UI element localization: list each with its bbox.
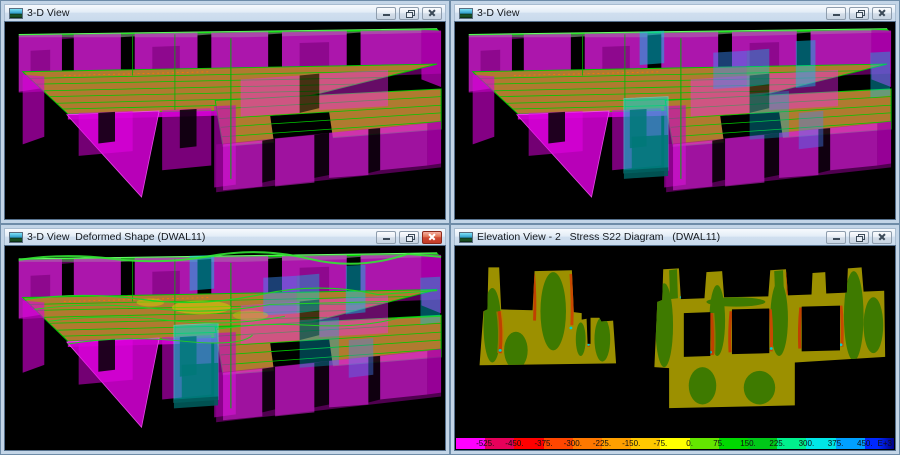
window-title: Elevation View - 2 Stress S22 Diagram (D… bbox=[477, 231, 826, 243]
legend-color-segment bbox=[719, 438, 748, 449]
legend-color-segment bbox=[456, 438, 485, 449]
legend-color-segment bbox=[544, 438, 573, 449]
legend-bar bbox=[456, 438, 894, 449]
window-3d-view-1: 3-D View bbox=[0, 0, 450, 224]
minimize-button[interactable] bbox=[376, 231, 396, 244]
close-icon bbox=[428, 9, 436, 17]
legend-color-segment bbox=[836, 438, 865, 449]
legend-color-segment bbox=[573, 438, 602, 449]
legend-color-segment bbox=[777, 438, 806, 449]
minimize-button[interactable] bbox=[826, 7, 846, 20]
titlebar[interactable]: Elevation View - 2 Stress S22 Diagram (D… bbox=[454, 228, 896, 245]
window-title: 3-D View bbox=[477, 7, 826, 19]
restore-button[interactable] bbox=[849, 7, 869, 20]
titlebar[interactable]: 3-D View bbox=[4, 4, 446, 21]
legend-color-segment bbox=[660, 438, 689, 449]
restore-icon bbox=[406, 10, 413, 16]
legend-color-segment bbox=[690, 438, 719, 449]
3d-model-drawing-selected-walls bbox=[455, 22, 895, 219]
view-window-icon[interactable] bbox=[9, 8, 23, 19]
titlebar[interactable]: 3-D View Deformed Shape (DWAL11) bbox=[4, 228, 446, 245]
3d-view-viewport[interactable] bbox=[454, 21, 896, 220]
restore-button[interactable] bbox=[399, 7, 419, 20]
minimize-icon bbox=[833, 14, 840, 16]
window-title: 3-D View Deformed Shape (DWAL11) bbox=[27, 231, 376, 243]
3d-view-viewport[interactable] bbox=[4, 21, 446, 220]
restore-icon bbox=[856, 10, 863, 16]
legend-color-segment bbox=[748, 438, 777, 449]
close-button[interactable] bbox=[872, 231, 892, 244]
legend-color-segment bbox=[631, 438, 660, 449]
window-3d-deformed-shape: 3-D View Deformed Shape (DWAL11) bbox=[0, 224, 450, 455]
app-workspace: 3-D View 3-D View bbox=[0, 0, 900, 455]
view-window-icon[interactable] bbox=[459, 232, 473, 243]
deformed-shape-viewport[interactable] bbox=[4, 245, 446, 451]
minimize-button[interactable] bbox=[826, 231, 846, 244]
legend-color-segment bbox=[806, 438, 835, 449]
minimize-icon bbox=[383, 238, 390, 240]
legend-color-segment bbox=[602, 438, 631, 449]
window-3d-view-2: 3-D View bbox=[450, 0, 900, 224]
window-title: 3-D View bbox=[27, 7, 376, 19]
minimize-icon bbox=[833, 238, 840, 240]
deformed-model-drawing bbox=[5, 246, 445, 450]
restore-icon bbox=[856, 234, 863, 240]
restore-button[interactable] bbox=[399, 231, 419, 244]
view-window-icon[interactable] bbox=[9, 232, 23, 243]
close-button[interactable] bbox=[422, 231, 442, 244]
close-button[interactable] bbox=[422, 7, 442, 20]
stress-contour-drawing bbox=[455, 246, 895, 438]
legend-color-segment bbox=[485, 438, 514, 449]
close-icon bbox=[428, 233, 436, 241]
minimize-icon bbox=[383, 14, 390, 16]
view-window-icon[interactable] bbox=[459, 8, 473, 19]
titlebar[interactable]: 3-D View bbox=[454, 4, 896, 21]
window-elevation-stress: Elevation View - 2 Stress S22 Diagram (D… bbox=[450, 224, 900, 455]
close-icon bbox=[878, 9, 886, 17]
minimize-button[interactable] bbox=[376, 7, 396, 20]
legend-color-segment bbox=[514, 438, 543, 449]
restore-icon bbox=[406, 234, 413, 240]
close-icon bbox=[878, 233, 886, 241]
stress-diagram-viewport[interactable]: E+3 -525.-450.-375.-300.-225.-150.-75.0.… bbox=[454, 245, 896, 451]
close-button[interactable] bbox=[872, 7, 892, 20]
3d-model-drawing bbox=[5, 22, 445, 219]
legend-color-segment bbox=[865, 438, 894, 449]
restore-button[interactable] bbox=[849, 231, 869, 244]
